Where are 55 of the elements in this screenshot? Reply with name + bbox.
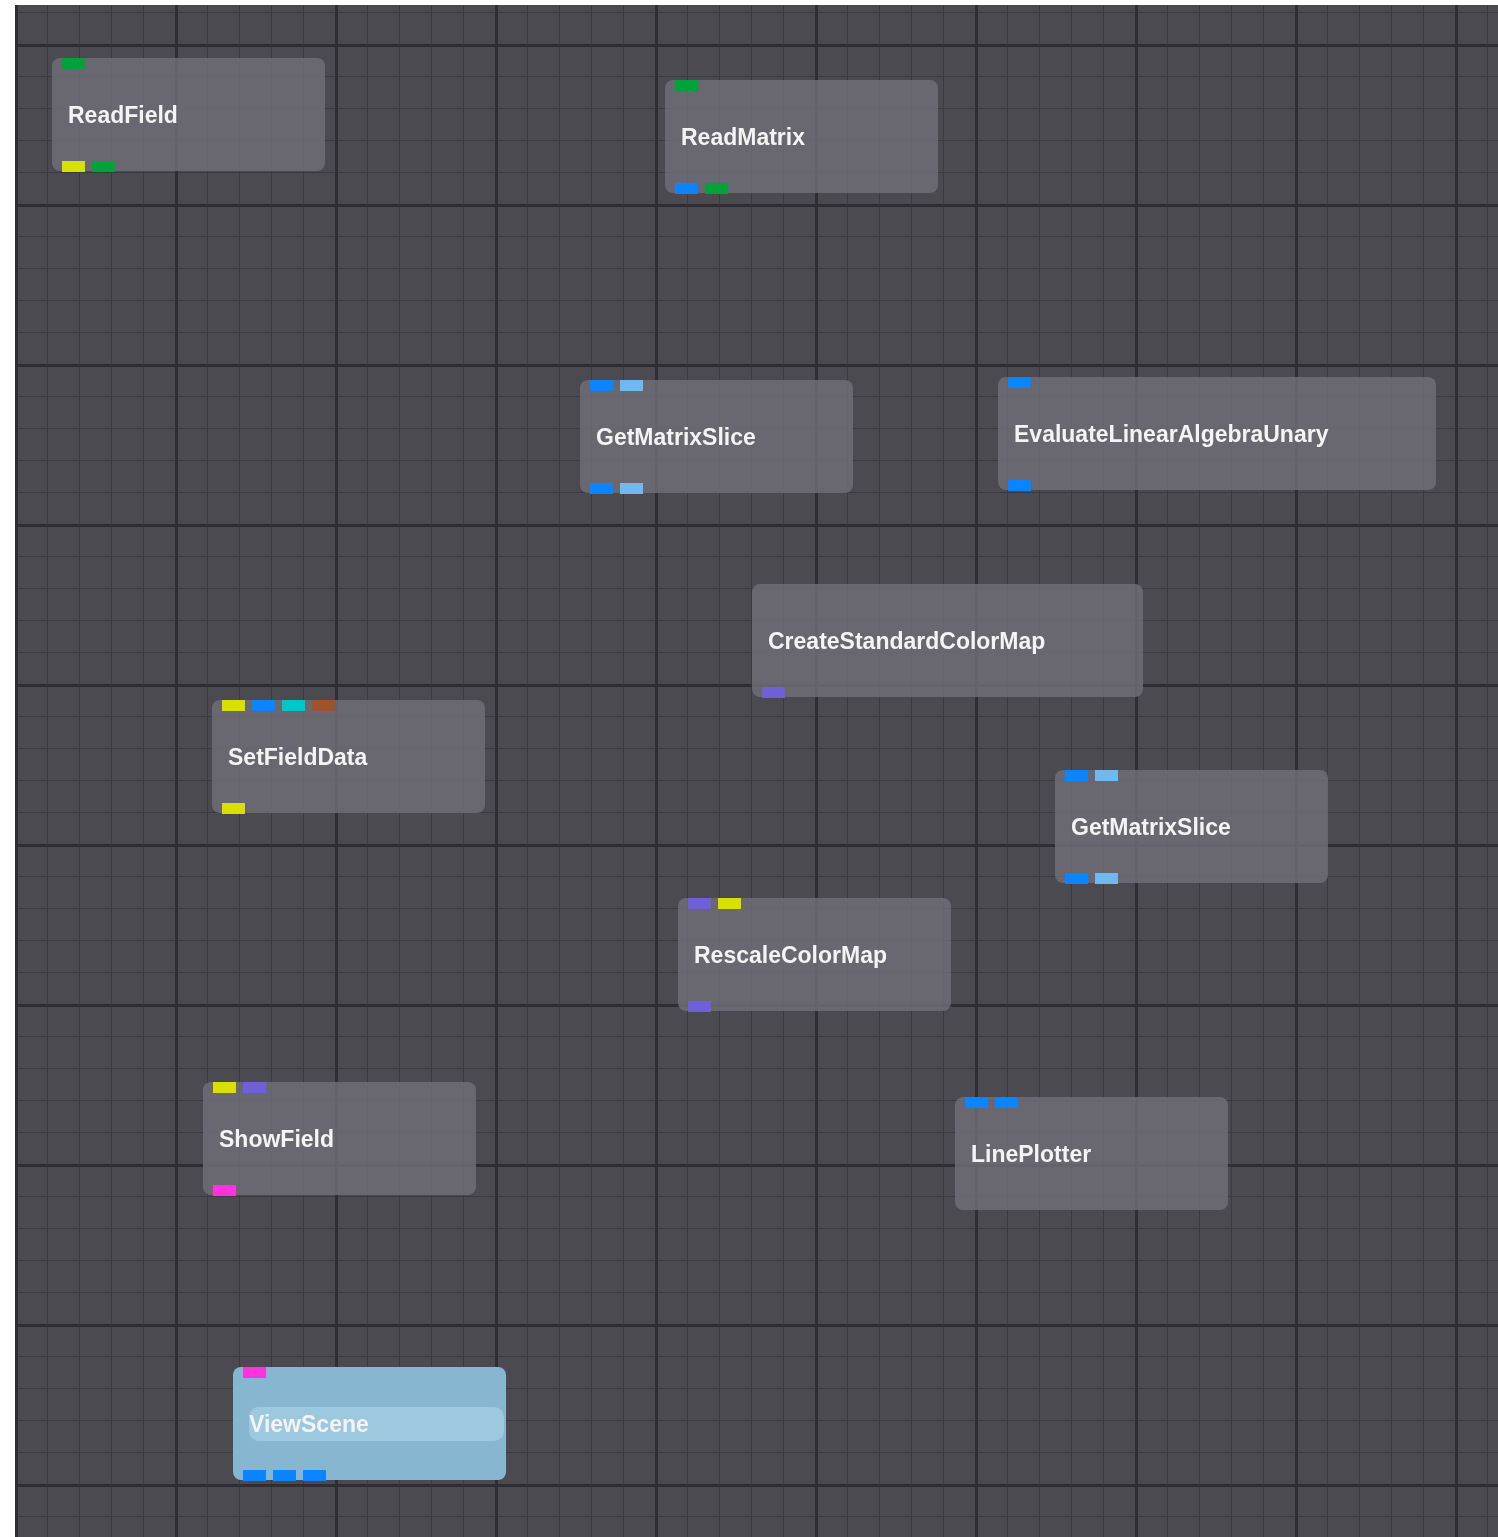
input-port[interactable] <box>620 380 643 391</box>
module-node[interactable]: SetFieldData <box>212 700 485 813</box>
output-port[interactable] <box>92 161 115 172</box>
module-node[interactable]: RescaleColorMap <box>678 898 951 1011</box>
module-node[interactable]: ReadMatrix <box>665 80 938 193</box>
input-port[interactable] <box>688 898 711 909</box>
output-port[interactable] <box>675 183 698 194</box>
input-port[interactable] <box>62 58 85 69</box>
input-port[interactable] <box>252 700 275 711</box>
input-port[interactable] <box>213 1082 236 1093</box>
module-name: LinePlotter <box>971 1139 1092 1169</box>
module-node[interactable]: CreateStandardColorMap <box>752 584 1143 697</box>
input-port[interactable] <box>965 1097 988 1108</box>
output-port[interactable] <box>222 803 245 814</box>
module-name: ReadMatrix <box>681 122 805 152</box>
output-port[interactable] <box>243 1470 266 1481</box>
input-port[interactable] <box>282 700 305 711</box>
input-port[interactable] <box>995 1097 1018 1108</box>
module-node[interactable]: GetMatrixSlice <box>580 380 853 493</box>
module-node[interactable]: ShowField <box>203 1082 476 1195</box>
module-node[interactable]: GetMatrixSlice <box>1055 770 1328 883</box>
output-port[interactable] <box>620 483 643 494</box>
module-name: CreateStandardColorMap <box>768 626 1046 656</box>
output-port[interactable] <box>1008 480 1031 491</box>
output-port[interactable] <box>273 1470 296 1481</box>
module-node[interactable]: EvaluateLinearAlgebraUnary <box>998 377 1436 490</box>
output-port[interactable] <box>1095 873 1118 884</box>
output-port[interactable] <box>688 1001 711 1012</box>
input-port[interactable] <box>675 80 698 91</box>
output-port[interactable] <box>62 161 85 172</box>
module-name: GetMatrixSlice <box>1071 812 1231 842</box>
input-port[interactable] <box>243 1082 266 1093</box>
input-port[interactable] <box>1008 377 1031 388</box>
module-name: ViewScene <box>249 1406 504 1441</box>
output-port[interactable] <box>762 687 785 698</box>
output-port[interactable] <box>1065 873 1088 884</box>
input-port[interactable] <box>1095 770 1118 781</box>
module-name: RescaleColorMap <box>694 940 887 970</box>
output-port[interactable] <box>705 183 728 194</box>
module-name: ShowField <box>219 1124 334 1154</box>
input-port[interactable] <box>243 1367 266 1378</box>
input-port[interactable] <box>222 700 245 711</box>
input-port[interactable] <box>1065 770 1088 781</box>
module-node[interactable]: LinePlotter <box>955 1097 1228 1210</box>
input-port[interactable] <box>312 700 335 711</box>
output-port[interactable] <box>590 483 613 494</box>
output-port[interactable] <box>303 1470 326 1481</box>
module-name: SetFieldData <box>228 742 368 772</box>
output-port[interactable] <box>213 1185 236 1196</box>
module-name: ReadField <box>68 100 178 130</box>
module-name: GetMatrixSlice <box>596 422 756 452</box>
input-port[interactable] <box>718 898 741 909</box>
module-name: EvaluateLinearAlgebraUnary <box>1014 419 1329 449</box>
input-port[interactable] <box>590 380 613 391</box>
module-node[interactable]: ReadField <box>52 58 325 171</box>
